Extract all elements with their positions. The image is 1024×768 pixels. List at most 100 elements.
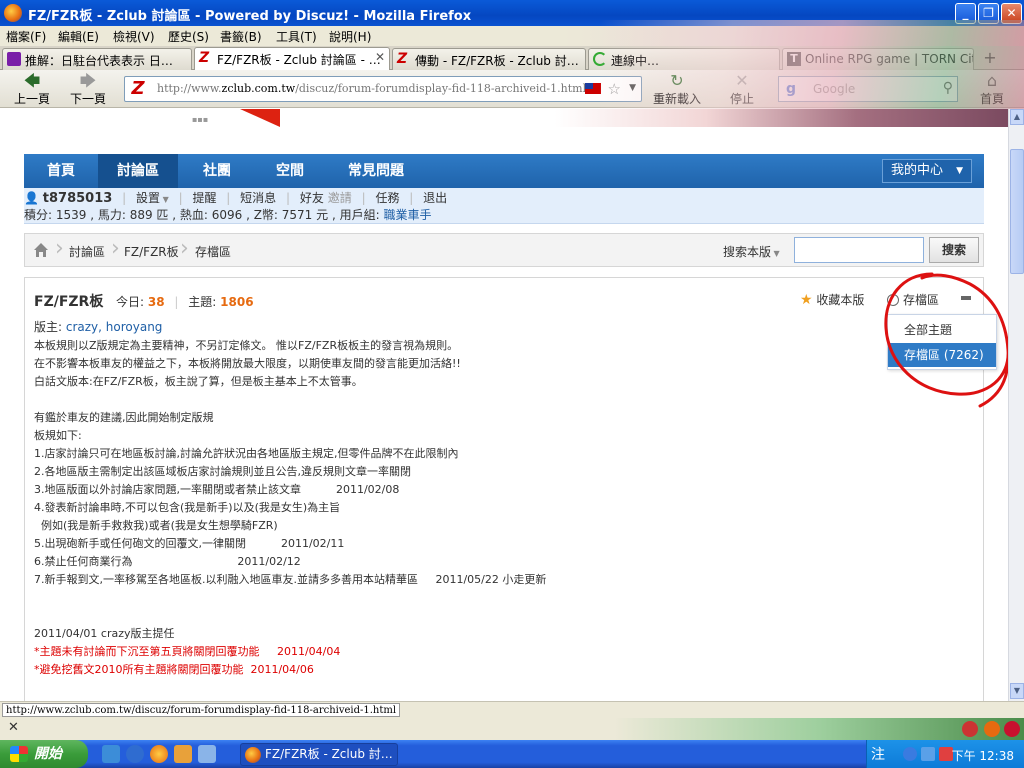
rule-line: 1.店家討論只可在地區板討論,討論允許狀況由各地區版主規定,但零件品牌不在此限制… [34,447,459,460]
home-button[interactable]: ⌂ 首頁 [968,71,1016,107]
separator: | [409,191,414,205]
menu-history[interactable]: 歷史(S) [168,28,209,45]
clock-icon [887,294,899,306]
maximize-button[interactable]: ❐ [978,3,999,24]
home-icon[interactable] [33,242,49,258]
breadcrumb-forum[interactable]: 討論區 [69,243,105,260]
settings-link[interactable]: 設置 [136,191,160,205]
rule-line: 白話文版本:在FZ/FZR板，板主說了算，但是板主基本上不太管事。 [34,375,363,388]
collapse-icon[interactable] [961,296,971,300]
search-box[interactable]: g Google ⚲ [778,76,958,102]
nav-forum[interactable]: 討論區 [98,154,178,188]
address-bar[interactable]: Z http://www.zclub.com.tw/discuz/forum-f… [124,76,642,102]
rule-line: 3.地區版面以外討論店家問題,一率關閉或者禁止該文章 2011/02/08 [34,483,400,496]
home-icon: ⌂ [986,71,998,90]
forward-label: 下一頁 [69,92,106,106]
separator: | [174,295,179,309]
rule-line [34,589,974,607]
back-button[interactable]: 🡄 上一頁 [8,72,56,107]
menu-help[interactable]: 說明(H) [329,28,371,45]
archive-dropdown-button[interactable]: 存檔區 [887,291,939,308]
stop-icon: ✕ [735,71,749,90]
bookmark-star-icon[interactable]: ☆ [608,80,621,98]
tab-label: 推解：日駐台代表表示 日… [25,54,173,68]
yahoo-icon [7,52,21,66]
menu-edit[interactable]: 編輯(E) [58,28,99,45]
scroll-down-icon[interactable]: ▼ [1010,683,1024,699]
logout-link[interactable]: 退出 [423,191,447,205]
tray-network-icon[interactable] [921,747,935,761]
abp-icon[interactable] [1004,721,1020,737]
new-tab-button[interactable]: + [978,49,1002,69]
menu-tools[interactable]: 工具(T) [276,28,317,45]
tab-label: Online RPG game | TORN Cit… [805,52,974,66]
favorite-board-button[interactable]: ★ 收藏本版 [800,291,864,308]
chevron-down-icon: ▼ [956,166,963,176]
quicklaunch-firefox-icon[interactable] [150,745,168,763]
menu-view[interactable]: 檢視(V) [113,28,155,45]
windows-flag-icon [10,746,28,762]
invite-link[interactable]: 邀請 [328,191,352,205]
archive-label: 存檔區 [903,293,940,307]
taskbar-firefox-window[interactable]: FZ/FZR板 - Zclub 討… [240,743,398,766]
breadcrumb-board[interactable]: FZ/FZR板 [124,243,179,260]
reload-icon: ↻ [670,71,684,90]
topics-label: 主題: [188,295,217,309]
scrollbar-thumb[interactable] [1010,149,1024,274]
menu-file[interactable]: 檔案(F) [6,28,46,45]
forum-search-button[interactable]: 搜索 [929,237,979,263]
rule-line [34,391,974,409]
status-url: http://www.zclub.com.tw/discuz/forum-for… [2,703,401,717]
today-count: 38 [147,295,165,309]
banner-stripe [240,109,280,127]
nav-faq[interactable]: 常見問題 [324,154,428,188]
firefox-sync-icon[interactable] [984,721,1000,737]
quicklaunch-folder-icon[interactable] [198,745,216,763]
friends-link[interactable]: 好友 [300,191,324,205]
board-rules: 本板規則以Z版規定為主要精神，不另訂定條文。 惟以FZ/FZR板板主的發言視為規… [34,337,974,679]
my-center-dropdown[interactable]: 我的中心 ▼ [882,159,972,183]
quicklaunch-ie-icon[interactable] [126,745,144,763]
forum-title: FZ/FZR板 [34,294,104,310]
window-titlebar: FZ/FZR板 - Zclub 討論區 - Powered by Discuz!… [0,0,1024,26]
tray-back-icon[interactable] [903,747,917,761]
scroll-up-icon[interactable]: ▲ [1010,109,1024,125]
minimize-button[interactable]: _ [955,3,976,24]
close-window-button[interactable]: ✕ [1001,3,1022,24]
url-dropdown-icon[interactable]: ▼ [629,83,636,93]
mods-list[interactable]: crazy, horoyang [66,320,163,334]
notifications-link[interactable]: 提醒 [192,191,216,205]
start-label: 開始 [34,746,62,762]
tab-close-icon[interactable]: ✕ [375,50,385,64]
tab-news[interactable]: 推解：日駐台代表表示 日… [2,48,192,70]
tab-loading[interactable]: 連線中… [588,48,780,70]
start-button[interactable]: 開始 [0,740,88,768]
addon-icon[interactable] [962,721,978,737]
ime-indicator[interactable]: 注 [871,744,885,764]
tasks-link[interactable]: 任務 [375,191,399,205]
user-group-link[interactable]: 職業車手 [383,208,431,222]
user-links: 👤 t8785013 | 設置 ▼ | 提醒 | 短消息 | 好友 邀請 | 任… [24,189,447,207]
tab-torn[interactable]: T Online RPG game | TORN Cit… [782,48,974,70]
nav-home[interactable]: 首頁 [24,154,98,188]
quicklaunch-desktop-icon[interactable] [102,745,120,763]
forum-search-input[interactable] [794,237,924,263]
tab-fzfzr-forum[interactable]: Z FZ/FZR板 - Zclub 討論區 - … ✕ [194,47,390,71]
breadcrumb-chevron: › [111,236,120,261]
username[interactable]: t8785013 [43,191,113,206]
reload-button[interactable]: ↻ 重新載入 [648,71,706,107]
messages-link[interactable]: 短消息 [240,191,276,205]
chevron-down-icon: ▼ [160,195,169,204]
search-icon[interactable]: ⚲ [943,80,953,96]
stop-button[interactable]: ✕ 停止 [716,71,768,107]
separator: | [286,191,291,205]
tab-transmission[interactable]: Z 傳動 - FZ/FZR板 - Zclub 討… [392,48,586,70]
nav-space[interactable]: 空間 [256,154,324,188]
forward-button[interactable]: 🡆 下一頁 [64,72,112,107]
menu-bookmarks[interactable]: 書籤(B) [220,28,262,45]
close-icon[interactable]: ✕ [8,720,19,735]
vertical-scrollbar[interactable]: ▲ ▼ [1008,109,1024,701]
search-scope-dropdown[interactable]: 搜索本版 ▼ [723,243,780,260]
quicklaunch-chat-icon[interactable] [174,745,192,763]
nav-groups[interactable]: 社團 [178,154,256,188]
